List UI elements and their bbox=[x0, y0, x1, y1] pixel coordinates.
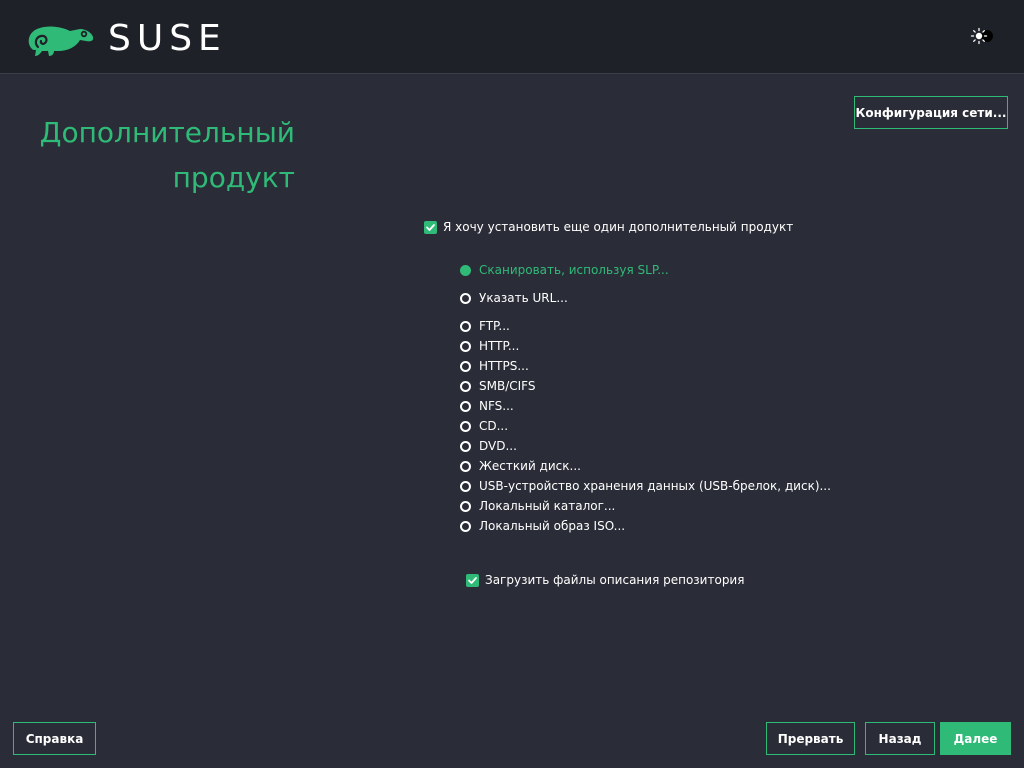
radio-local-iso[interactable]: Локальный образ ISO... bbox=[460, 519, 625, 533]
download-checkbox[interactable] bbox=[466, 573, 479, 587]
radio-label: Локальный каталог... bbox=[479, 499, 616, 513]
logo-text: SUSE bbox=[108, 18, 227, 59]
radio-button-icon bbox=[460, 460, 471, 472]
abort-button[interactable]: Прервать bbox=[766, 722, 855, 755]
radio-label: CD... bbox=[479, 419, 509, 433]
radio-label: Сканировать, используя SLP... bbox=[479, 263, 669, 277]
radio-hard-disk[interactable]: Жесткий диск... bbox=[460, 459, 581, 473]
radio-button-icon bbox=[460, 520, 471, 532]
radio-label: HTTP... bbox=[479, 339, 520, 353]
radio-label: Локальный образ ISO... bbox=[479, 519, 626, 533]
sun-moon-icon bbox=[970, 27, 993, 45]
addon-checkbox-label: Я хочу установить еще один дополнительны… bbox=[443, 220, 794, 234]
radio-label: Указать URL... bbox=[479, 291, 568, 305]
suse-logo: SUSE bbox=[24, 18, 227, 60]
download-checkbox-row[interactable]: Загрузить файлы описания репозитория bbox=[466, 573, 744, 587]
download-checkbox-label: Загрузить файлы описания репозитория bbox=[485, 573, 745, 587]
radio-button-icon bbox=[460, 420, 471, 432]
page-title-line2: продукт bbox=[172, 161, 295, 194]
back-button[interactable]: Назад bbox=[865, 722, 935, 755]
radio-button-icon bbox=[460, 264, 471, 276]
radio-label: NFS... bbox=[479, 399, 514, 413]
radio-url[interactable]: Указать URL... bbox=[460, 291, 568, 305]
help-button[interactable]: Справка bbox=[13, 722, 96, 755]
radio-button-icon bbox=[460, 292, 471, 304]
radio-cd[interactable]: CD... bbox=[460, 419, 508, 433]
radio-dvd[interactable]: DVD... bbox=[460, 439, 517, 453]
radio-button-icon bbox=[460, 380, 471, 392]
page-title-line1: Дополнительный bbox=[39, 116, 295, 149]
radio-button-icon bbox=[460, 360, 471, 372]
radio-label: DVD... bbox=[479, 439, 517, 453]
chameleon-icon bbox=[28, 26, 94, 56]
radio-button-icon bbox=[460, 440, 471, 452]
radio-button-icon bbox=[460, 400, 471, 412]
network-config-button[interactable]: Конфигурация сети... bbox=[854, 96, 1008, 129]
checkmark-icon bbox=[426, 223, 435, 231]
top-bar: SUSE bbox=[0, 0, 1024, 74]
radio-http[interactable]: HTTP... bbox=[460, 339, 519, 353]
next-button[interactable]: Далее bbox=[940, 722, 1011, 755]
theme-toggle[interactable] bbox=[969, 27, 997, 45]
radio-nfs[interactable]: NFS... bbox=[460, 399, 514, 413]
radio-button-icon bbox=[460, 500, 471, 512]
radio-label: HTTPS... bbox=[479, 359, 529, 373]
addon-checkbox-row[interactable]: Я хочу установить еще один дополнительны… bbox=[424, 220, 793, 234]
radio-button-icon bbox=[460, 480, 471, 492]
radio-local-dir[interactable]: Локальный каталог... bbox=[460, 499, 615, 513]
addon-checkbox[interactable] bbox=[424, 220, 437, 234]
radio-label: Жесткий диск... bbox=[479, 459, 581, 473]
page-title: Дополнительный продукт bbox=[30, 110, 295, 200]
radio-label: SMB/CIFS bbox=[479, 379, 536, 393]
radio-label: FTP... bbox=[479, 319, 510, 333]
radio-label: USB-устройство хранения данных (USB-брел… bbox=[479, 479, 831, 493]
radio-button-icon bbox=[460, 340, 471, 352]
radio-button-icon bbox=[460, 320, 471, 332]
radio-ftp[interactable]: FTP... bbox=[460, 319, 510, 333]
radio-https[interactable]: HTTPS... bbox=[460, 359, 529, 373]
radio-slp[interactable]: Сканировать, используя SLP... bbox=[460, 263, 669, 277]
checkmark-icon bbox=[468, 576, 477, 584]
radio-usb[interactable]: USB-устройство хранения данных (USB-брел… bbox=[460, 479, 831, 493]
radio-smb[interactable]: SMB/CIFS bbox=[460, 379, 535, 393]
